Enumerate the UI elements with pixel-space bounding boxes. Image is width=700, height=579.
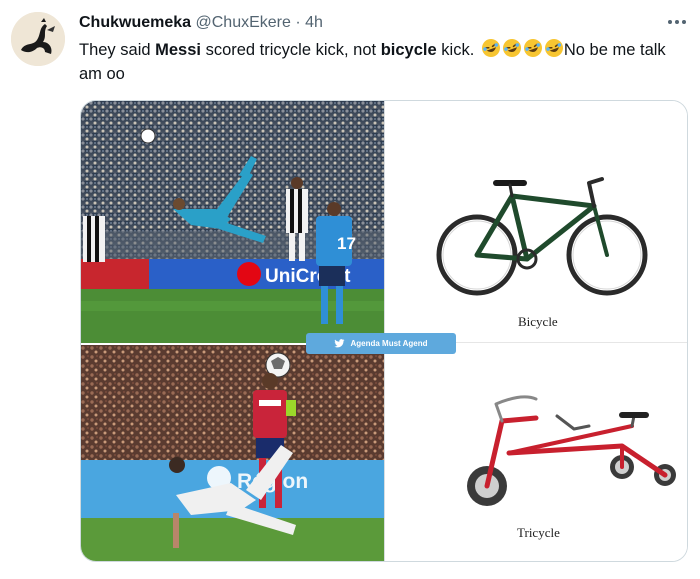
tweet-header: Chukwuemeka @ChuxEkere · 4h	[79, 13, 323, 33]
tricycle-icon	[467, 395, 676, 506]
comparison-panel	[384, 101, 687, 561]
caption-bicycle: Bicycle	[518, 314, 558, 329]
watermark: Agenda Must Agend	[306, 333, 456, 354]
display-name[interactable]: Chukwuemeka	[79, 14, 191, 31]
bicycle-tricycle-illustration	[436, 177, 676, 506]
emoji-group	[481, 38, 564, 58]
media-divider	[384, 101, 385, 561]
text-segment: scored tricycle kick, not	[200, 41, 381, 59]
bicycle-icon	[436, 177, 648, 296]
photo-tricycle-kick: Région	[81, 345, 384, 561]
jersey-number: 17	[337, 234, 356, 253]
separator-dot: ·	[295, 14, 301, 31]
text-bold-bicycle: bicycle	[380, 41, 437, 59]
text-bold-messi: Messi	[155, 41, 201, 59]
caption-tricycle: Tricycle	[517, 525, 560, 540]
laughing-emoji-icon	[481, 39, 500, 57]
avatar-image	[11, 12, 65, 66]
bird-icon	[334, 339, 345, 348]
handle[interactable]: @ChuxEkere	[196, 14, 291, 31]
timestamp[interactable]: 4h	[305, 14, 323, 31]
watermark-text: Agenda Must Agend	[350, 339, 428, 348]
laughing-emoji-icon	[544, 39, 563, 57]
laughing-emoji-icon	[523, 39, 542, 57]
tweet-text: They said Messi scored tricycle kick, no…	[79, 38, 679, 86]
more-options-icon[interactable]	[665, 12, 689, 32]
text-segment: kick.	[436, 41, 479, 59]
text-segment: They said	[79, 41, 156, 59]
tweet-media[interactable]: UniCredit 17 Bicycle Tricycle Agenda Mus…	[80, 100, 688, 562]
photo-bicycle-kick: UniCredit 17	[81, 101, 384, 343]
avatar[interactable]	[11, 12, 65, 66]
laughing-emoji-icon	[502, 39, 521, 57]
